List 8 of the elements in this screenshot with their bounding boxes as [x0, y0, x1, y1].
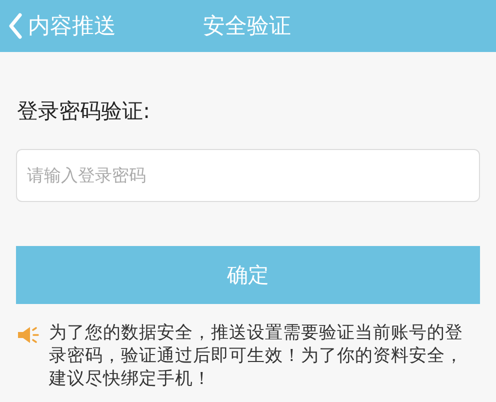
speaker-icon: [17, 325, 39, 345]
confirm-button[interactable]: 确定: [16, 246, 480, 304]
notice-text: 为了您的数据安全，推送设置需要验证当前账号的登录密码，验证通过后即可生效！为了你的资料安全，建议尽快绑定手机！: [49, 322, 464, 391]
password-field[interactable]: 请输入登录密码: [16, 149, 480, 202]
page-title: 安全验证: [203, 13, 291, 41]
back-button[interactable]: 内容推送: [0, 11, 203, 41]
field-label: 登录密码验证:: [17, 98, 152, 125]
chevron-left-icon: [8, 13, 22, 39]
